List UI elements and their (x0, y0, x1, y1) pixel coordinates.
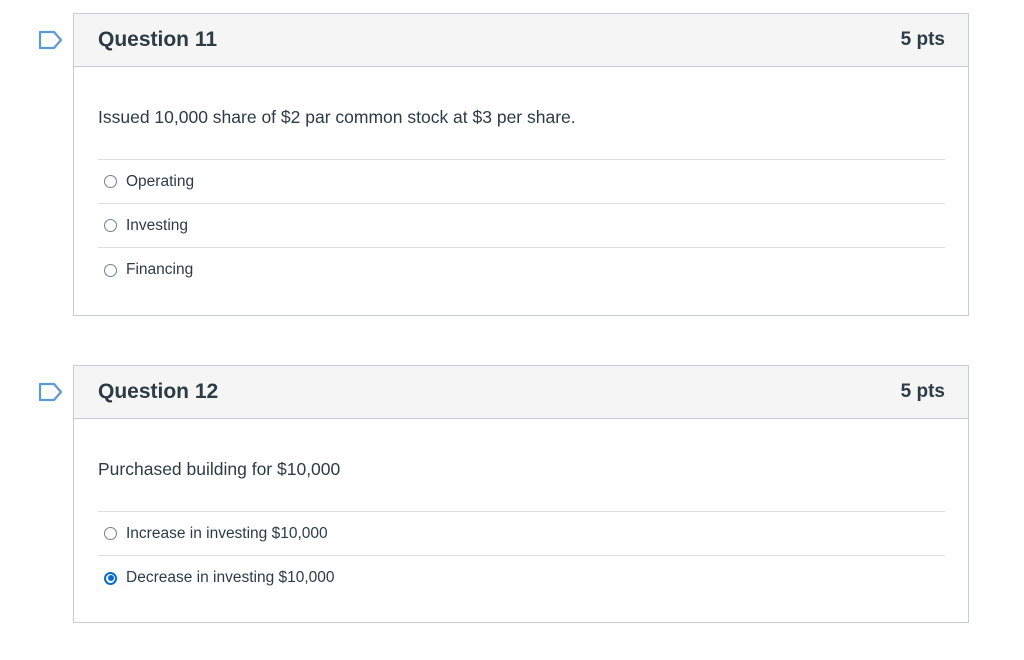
answer-investing[interactable]: Investing (98, 204, 945, 248)
radio-button[interactable] (104, 527, 117, 540)
flag-question-icon[interactable] (38, 382, 64, 402)
answer-list: Operating Investing Financing (98, 159, 945, 292)
question-title: Question 11 (98, 28, 218, 51)
answer-financing[interactable]: Financing (98, 248, 945, 292)
question-body: Purchased building for $10,000 Increase … (74, 419, 968, 600)
question-12: Question 12 5 pts Purchased building for… (38, 365, 969, 623)
question-points: 5 pts (900, 29, 945, 50)
question-points: 5 pts (900, 381, 945, 402)
answer-operating[interactable]: Operating (98, 160, 945, 204)
radio-button[interactable] (104, 175, 117, 188)
question-title: Question 12 (98, 380, 219, 403)
answer-label: Financing (126, 261, 194, 278)
flag-question-icon[interactable] (38, 30, 64, 50)
answer-label: Decrease in investing $10,000 (126, 569, 335, 586)
answer-decrease-investing[interactable]: Decrease in investing $10,000 (98, 556, 945, 600)
answer-label: Increase in investing $10,000 (126, 524, 328, 542)
radio-button[interactable] (104, 219, 117, 232)
answer-list: Increase in investing $10,000 Decrease i… (98, 511, 945, 600)
answer-label: Investing (126, 216, 189, 234)
radio-button-selected[interactable] (104, 571, 117, 585)
question-header: Question 11 5 pts (74, 14, 968, 67)
answer-increase-investing[interactable]: Increase in investing $10,000 (98, 512, 945, 556)
question-header: Question 12 5 pts (74, 366, 968, 419)
answer-label: Operating (126, 172, 195, 190)
question-text: Purchased building for $10,000 (98, 459, 341, 479)
question-text: Issued 10,000 share of $2 par common sto… (98, 107, 576, 127)
question-body: Issued 10,000 share of $2 par common sto… (74, 67, 968, 292)
question-11: Question 11 5 pts Issued 10,000 share of… (38, 13, 969, 316)
radio-button[interactable] (104, 263, 117, 277)
